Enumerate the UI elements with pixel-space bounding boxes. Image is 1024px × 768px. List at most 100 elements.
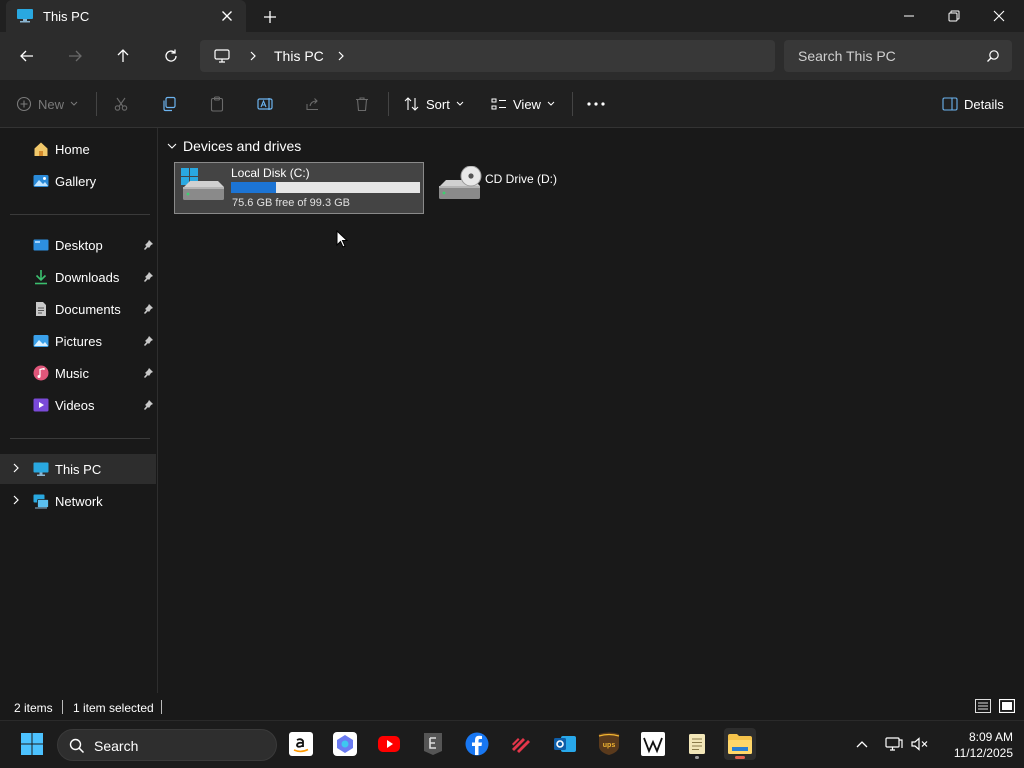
more-options-button[interactable] [587, 92, 605, 116]
details-view-icon[interactable] [975, 699, 991, 713]
this-pc-icon [33, 461, 49, 477]
cut-button[interactable] [113, 92, 129, 116]
details-pane-button[interactable]: Details [942, 92, 1004, 116]
forward-button[interactable] [63, 44, 87, 68]
sort-button[interactable]: Sort [404, 92, 464, 116]
chevron-right-icon[interactable] [336, 50, 346, 62]
back-arrow-icon [19, 48, 35, 64]
divider [388, 92, 389, 116]
taskbar-app-unknown[interactable] [505, 728, 537, 760]
taskbar-search-label: Search [94, 738, 139, 754]
taskbar-app-copilot[interactable] [329, 728, 361, 760]
sidebar-item-this-pc[interactable]: This PC [0, 454, 156, 484]
windows-logo-icon [20, 732, 44, 756]
sidebar-item-downloads[interactable]: Downloads [0, 262, 156, 292]
ups-icon: ups [598, 732, 620, 756]
back-button[interactable] [15, 44, 39, 68]
sidebar-item-desktop[interactable]: Desktop [0, 230, 156, 260]
divider [96, 92, 97, 116]
tiles-view-icon[interactable] [999, 699, 1015, 713]
address-bar[interactable]: This PC [200, 40, 775, 72]
pin-icon[interactable] [142, 239, 154, 251]
outlook-icon [553, 732, 577, 756]
pin-icon[interactable] [142, 367, 154, 379]
chevron-up-icon [855, 739, 869, 749]
chevron-right-icon[interactable] [12, 463, 20, 473]
sidebar-item-network[interactable]: Network [0, 486, 156, 516]
taskbar-app-amazon[interactable] [285, 728, 317, 760]
chevron-right-icon[interactable] [12, 495, 20, 505]
drive-usage-fill [231, 182, 277, 193]
sidebar-item-label: This PC [55, 462, 102, 477]
view-button[interactable]: View [491, 92, 555, 116]
taskbar-app-wikipedia[interactable] [637, 728, 669, 760]
this-pc-icon [16, 8, 34, 24]
active-indicator [735, 756, 745, 759]
drive-name: Local Disk (C:) [231, 166, 310, 180]
pictures-icon [33, 333, 49, 349]
youtube-icon [377, 735, 401, 753]
search-input[interactable]: Search This PC [798, 48, 896, 64]
tab-close-icon[interactable] [218, 7, 236, 25]
clock-date: 11/12/2025 [953, 746, 1013, 760]
minimize-button[interactable] [886, 0, 932, 32]
home-icon [33, 141, 49, 157]
pin-icon[interactable] [142, 335, 154, 347]
refresh-button[interactable] [159, 44, 183, 68]
close-button[interactable] [976, 0, 1022, 32]
group-header-devices-and-drives[interactable]: Devices and drives [167, 138, 301, 154]
view-icon [491, 96, 507, 112]
sidebar-item-videos[interactable]: Videos [0, 390, 156, 420]
group-title: Devices and drives [183, 138, 302, 154]
taskbar-app-youtube[interactable] [373, 728, 405, 760]
sidebar-item-home[interactable]: Home [0, 134, 156, 164]
tab-this-pc[interactable]: This PC [6, 0, 246, 32]
search-icon [986, 49, 1000, 63]
taskbar-search[interactable]: Search [57, 729, 277, 761]
taskbar-app-file-explorer[interactable] [724, 728, 756, 760]
taskbar-app-notepad[interactable] [681, 728, 713, 760]
delete-button[interactable] [354, 92, 370, 116]
navigation-pane: Home Gallery Desktop Downloads Documents… [0, 128, 158, 693]
pin-icon[interactable] [142, 303, 154, 315]
sidebar-item-gallery[interactable]: Gallery [0, 166, 156, 196]
new-tab-icon[interactable] [260, 7, 280, 27]
drive-tile-cd-drive-d[interactable]: CD Drive (D:) [431, 162, 611, 214]
drive-tile-local-disk-c[interactable]: Local Disk (C:) 75.6 GB free of 99.3 GB [174, 162, 424, 248]
sidebar-item-documents[interactable]: Documents [0, 294, 156, 324]
pin-icon[interactable] [142, 399, 154, 411]
taskbar-app-outlook[interactable] [549, 728, 581, 760]
sidebar-item-label: Network [55, 494, 103, 509]
hard-drive-icon [180, 167, 226, 207]
divider [161, 700, 162, 714]
new-button[interactable]: New [16, 92, 78, 116]
sidebar-item-label: Desktop [55, 238, 103, 253]
new-label: New [38, 96, 65, 112]
more-icon [587, 102, 605, 106]
clock[interactable]: 8:09 AM 11/12/2025 [935, 729, 1013, 761]
notepad-icon [687, 732, 707, 756]
volume-button[interactable] [904, 728, 936, 760]
epic-games-icon [423, 732, 443, 756]
content-pane: Devices and drives Local Disk (C:) 75.6 … [159, 128, 1024, 693]
sidebar-item-pictures[interactable]: Pictures [0, 326, 156, 356]
taskbar-app-epic-games[interactable] [417, 728, 449, 760]
copy-button[interactable] [161, 92, 177, 116]
sidebar-item-music[interactable]: Music [0, 358, 156, 388]
search-box[interactable]: Search This PC [784, 40, 1012, 72]
paste-button[interactable] [209, 92, 225, 116]
rename-button[interactable] [257, 92, 275, 116]
show-hidden-icons-button[interactable] [846, 728, 878, 760]
share-button[interactable] [305, 92, 321, 116]
up-button[interactable] [111, 44, 135, 68]
restore-button[interactable] [931, 0, 977, 32]
chevron-right-icon[interactable] [248, 50, 258, 62]
start-button[interactable] [16, 728, 48, 760]
taskbar-app-facebook[interactable] [461, 728, 493, 760]
network-status-icon [885, 736, 903, 752]
breadcrumb-this-pc[interactable]: This PC [274, 48, 324, 64]
taskbar-app-ups[interactable]: ups [593, 728, 625, 760]
cd-drive-icon [436, 166, 482, 206]
pin-icon[interactable] [142, 271, 154, 283]
clock-time: 8:09 AM [968, 730, 1013, 744]
